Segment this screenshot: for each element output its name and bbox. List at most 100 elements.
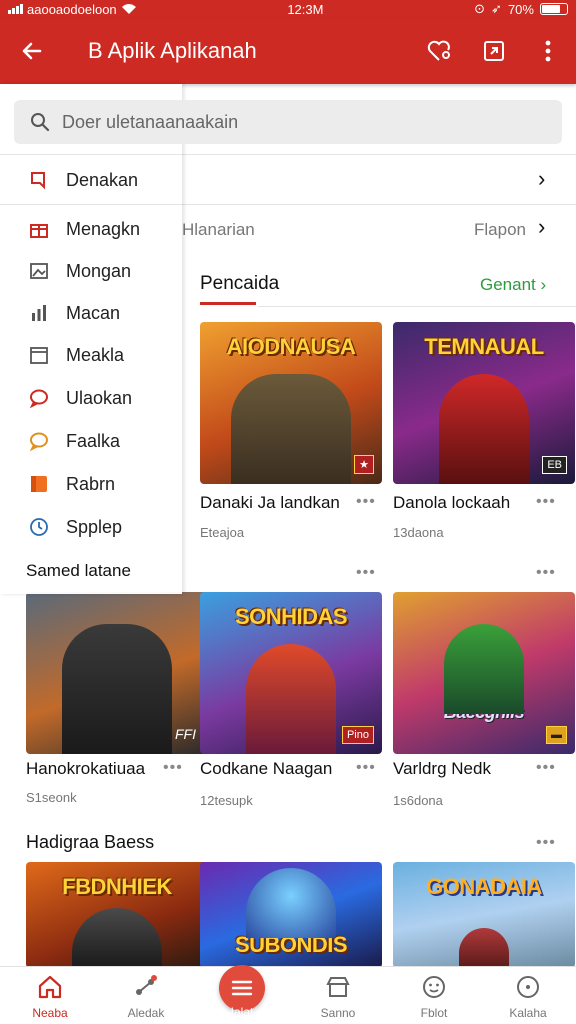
drawer-item[interactable]: Menagkn — [0, 209, 182, 249]
bookmark-icon — [28, 169, 50, 191]
section-title: Pencaida — [200, 273, 280, 294]
drawer-section-label: Samed latane — [26, 561, 131, 580]
game-card-image[interactable]: TEMNAUAL EB — [393, 322, 575, 484]
card-title[interactable]: Varldrg Nedk — [393, 759, 491, 779]
status-left: aaooaodoeloon — [8, 2, 137, 17]
drawer-divider — [0, 204, 182, 205]
status-time: 12:3M — [287, 1, 324, 17]
chevron-right-icon[interactable]: › — [538, 214, 545, 240]
character-figure — [231, 374, 351, 484]
game-card-image[interactable]: GONADAIA — [393, 862, 575, 968]
drawer-item-label: Ulaokan — [66, 387, 133, 408]
more-dots-icon[interactable]: ••• — [536, 564, 556, 582]
page-title: B Aplik Aplikanah — [88, 38, 257, 63]
wifi-icon — [121, 4, 136, 14]
game-card-image[interactable]: SUBONDIS — [200, 862, 382, 968]
tab-compass[interactable]: Kalaha — [480, 967, 576, 1024]
drawer-item[interactable]: Meakla — [0, 335, 182, 375]
game-card-image[interactable]: SONHIDAS Pino — [200, 592, 382, 754]
bottom-tab-bar: Neaba Aledak Ialat Sanno Fblot Kalaha — [0, 965, 576, 1024]
more-dots-icon[interactable]: ••• — [536, 493, 556, 511]
card-caption: FBDNHIEK — [62, 874, 172, 899]
speech-bubble-icon — [28, 430, 50, 452]
drawer-item[interactable]: Faalka — [0, 421, 182, 461]
card-title[interactable]: Danola lockaah — [393, 493, 510, 513]
more-dots-icon[interactable]: ••• — [536, 834, 556, 852]
kebab-menu-icon — [545, 40, 551, 62]
card-title[interactable]: Codkane Naagan — [200, 759, 332, 779]
app-bar: B Aplik Aplikanah — [0, 18, 576, 84]
external-link-icon — [484, 41, 504, 61]
divider — [258, 306, 576, 307]
card-title[interactable]: Danaki Ja landkan — [200, 493, 340, 513]
gift-icon — [28, 218, 50, 240]
drawer-item-label: Meakla — [66, 344, 125, 365]
tab-face[interactable]: Fblot — [386, 967, 482, 1024]
calendar-icon — [28, 344, 50, 366]
see-all-link[interactable]: Genant › — [480, 275, 546, 295]
search-bar[interactable] — [14, 100, 562, 144]
face-icon — [419, 972, 449, 1002]
square-icon — [28, 473, 50, 495]
clock-icon — [28, 516, 50, 538]
more-dots-icon[interactable]: ••• — [356, 493, 376, 511]
card-subtitle: 13daona — [393, 525, 444, 540]
card-badge: ▬ — [546, 726, 567, 744]
card-title[interactable]: Hanokrokatiuaa — [26, 759, 145, 779]
search-icon — [31, 113, 50, 132]
more-options-button[interactable] — [534, 37, 562, 65]
section-underline — [200, 302, 256, 305]
drawer-item[interactable]: Denakan — [0, 160, 182, 200]
drawer-item[interactable]: Ulaokan — [0, 378, 182, 418]
drawer-item-label: Macan — [66, 302, 121, 323]
character-figure — [246, 868, 336, 938]
character-figure — [246, 644, 336, 754]
more-dots-icon[interactable]: ••• — [356, 759, 376, 777]
tab-label: Kalaha — [509, 1006, 547, 1020]
image-icon — [28, 260, 50, 282]
tab-menu[interactable]: Ialat — [194, 965, 290, 1024]
search-input[interactable] — [62, 111, 522, 133]
character-figure — [72, 908, 162, 968]
open-external-button[interactable] — [480, 37, 508, 65]
game-card-image[interactable]: AIODNAUSA ★ — [200, 322, 382, 484]
card-caption: AIODNAUSA — [226, 334, 356, 359]
chevron-right-icon[interactable]: › — [538, 166, 545, 192]
tab-share[interactable]: Aledak — [98, 967, 194, 1024]
card-badge: ★ — [354, 455, 374, 474]
game-card-image[interactable]: FFI — [26, 592, 208, 754]
arrow-left-icon — [22, 42, 42, 60]
card-subtitle: Eteajoa — [200, 525, 245, 540]
character-figure — [444, 624, 524, 714]
row-value: Flapon — [474, 220, 526, 239]
side-drawer: Denakan Menagkn Mongan Macan Meakla Ulao… — [0, 84, 182, 594]
card-badge: Pino — [341, 726, 374, 744]
drawer-item[interactable]: Spplep — [0, 507, 182, 547]
heart-search-icon — [427, 40, 450, 61]
divider — [182, 154, 576, 155]
more-dots-icon[interactable]: ••• — [356, 564, 376, 582]
drawer-item[interactable]: Macan — [0, 293, 182, 333]
card-caption: SONHIDAS — [234, 604, 348, 629]
card-subtitle: 12tesupk — [200, 793, 253, 808]
drawer-item[interactable]: Mongan — [0, 251, 182, 291]
back-button[interactable] — [14, 33, 50, 69]
drawer-item[interactable]: Rabrn — [0, 464, 182, 504]
battery-icon — [539, 3, 568, 15]
section-title: Hadigraa Baess — [26, 832, 155, 852]
card-subtitle: S1seonk — [26, 790, 77, 805]
card-caption: TEMNAUAL — [424, 334, 544, 359]
drawer-item-label: Denakan — [66, 169, 139, 190]
tab-label: Ialat — [230, 1005, 254, 1019]
tab-home[interactable]: Neaba — [2, 967, 98, 1024]
more-dots-icon[interactable]: ••• — [536, 759, 556, 777]
more-dots-icon[interactable]: ••• — [163, 759, 183, 777]
card-subtitle: 1s6dona — [393, 793, 443, 808]
card-caption: GONADAIA — [426, 874, 542, 899]
favorite-button[interactable] — [426, 37, 454, 65]
chat-icon — [28, 387, 50, 409]
home-icon — [35, 972, 65, 1002]
game-card-image[interactable]: FBDNHIEK — [26, 862, 208, 968]
tab-store[interactable]: Sanno — [290, 967, 386, 1024]
game-card-image[interactable]: Baecgnlis ▬ — [393, 592, 575, 754]
